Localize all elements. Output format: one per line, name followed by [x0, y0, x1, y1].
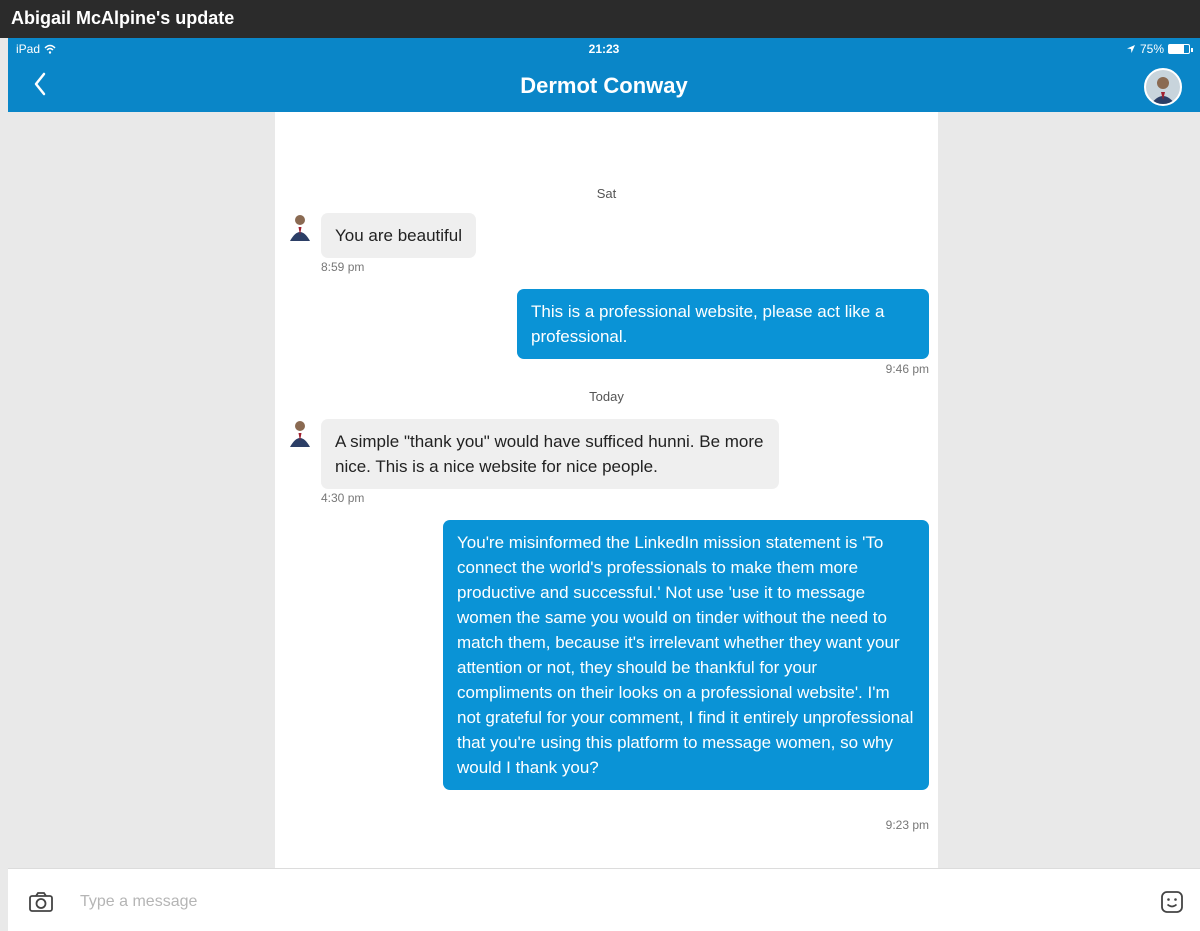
conversation-panel: Sat You are beautiful 8:59 pm This is a …	[275, 112, 938, 868]
conversation-title: Dermot Conway	[520, 73, 688, 98]
message-bubble-incoming: A simple "thank you" would have sufficed…	[321, 419, 779, 489]
ipad-screen: iPad 21:23 75% Dermot Conway Sat You are…	[8, 38, 1200, 931]
battery-percent: 75%	[1139, 42, 1164, 56]
message-bubble-outgoing: This is a professional website, please a…	[517, 289, 929, 359]
message-composer	[8, 868, 1200, 931]
message-bubble-incoming: You are beautiful	[321, 213, 476, 258]
window-title: Abigail McAlpine's update	[0, 0, 1200, 38]
status-bar: iPad 21:23 75%	[8, 38, 1200, 60]
emoji-button[interactable]	[1160, 890, 1184, 914]
sender-avatar	[288, 419, 312, 447]
status-right: 75%	[1126, 42, 1193, 56]
camera-button[interactable]	[28, 891, 54, 913]
emoji-icon	[1161, 891, 1183, 913]
message-input[interactable]	[80, 887, 1140, 917]
message-time: 9:23 pm	[885, 818, 929, 832]
sender-avatar	[288, 213, 312, 241]
contact-avatar[interactable]	[1144, 68, 1182, 106]
message-time: 4:30 pm	[321, 491, 365, 505]
message-time: 9:46 pm	[885, 362, 929, 376]
battery-fill	[1169, 45, 1184, 53]
date-separator: Today	[589, 389, 624, 404]
camera-icon	[29, 892, 53, 912]
message-bubble-outgoing: You're misinformed the LinkedIn mission …	[443, 520, 929, 790]
status-time: 21:23	[588, 42, 620, 56]
battery-icon	[1168, 44, 1193, 54]
location-arrow-icon	[1126, 45, 1135, 53]
message-time: 8:59 pm	[321, 260, 365, 274]
date-separator: Sat	[596, 186, 617, 201]
avatar-image	[1146, 70, 1180, 104]
nav-bar: Dermot Conway	[8, 60, 1200, 112]
